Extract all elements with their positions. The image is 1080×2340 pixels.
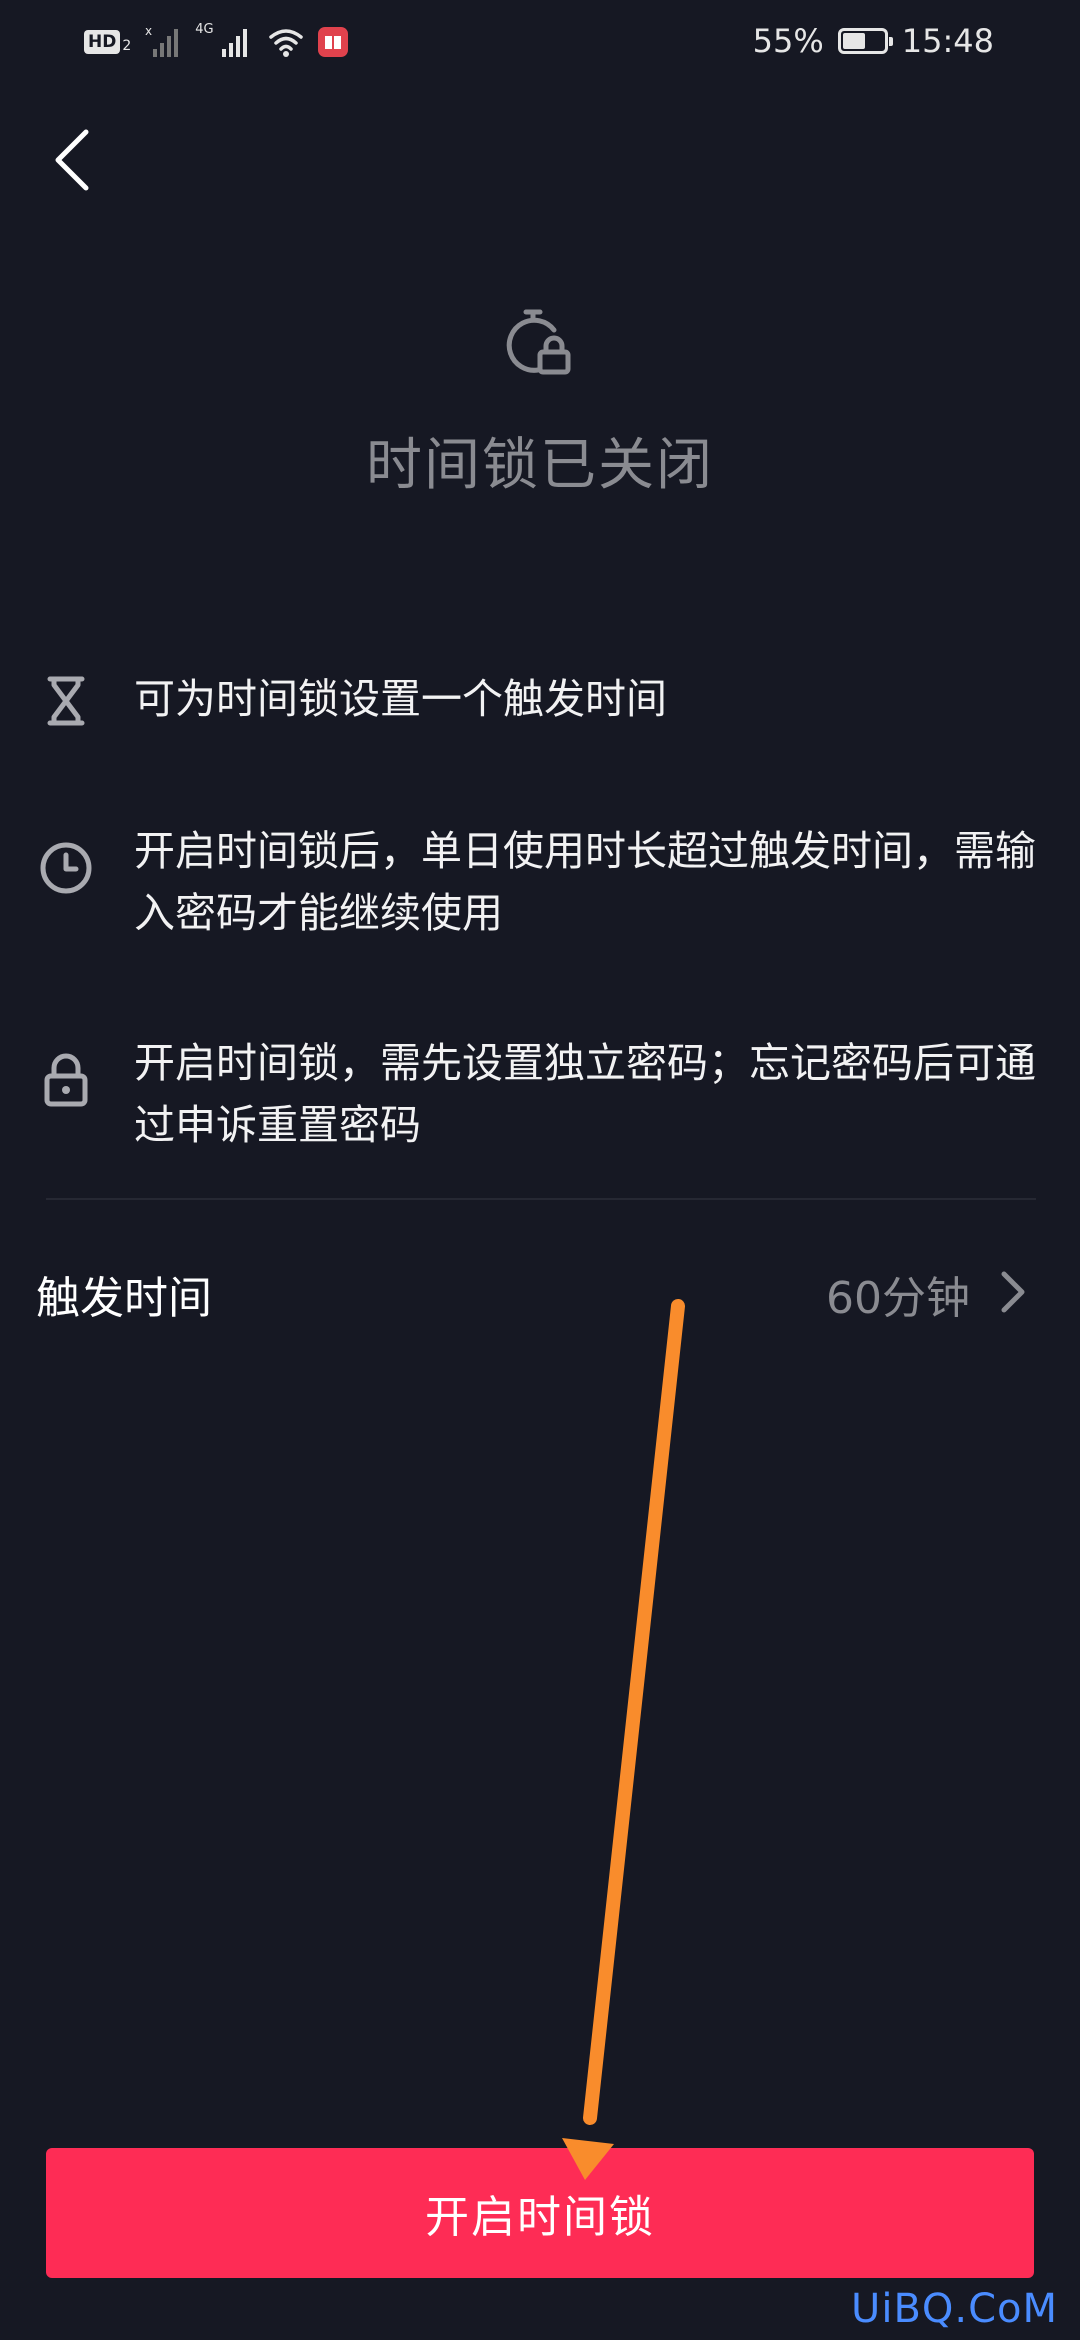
trigger-time-value: 60分钟 <box>826 1273 970 1324</box>
battery-level-fill <box>842 33 865 49</box>
chevron-right-icon <box>1001 1271 1025 1313</box>
trigger-time-label: 触发时间 <box>36 1273 212 1324</box>
no-signal-icon: x <box>145 25 179 57</box>
back-button[interactable] <box>42 120 102 200</box>
status-bar: HD 2 x 4G 55% 15:48 <box>0 0 1080 84</box>
trigger-time-row[interactable]: 触发时间 60分钟 <box>0 1240 1080 1344</box>
hd-label: HD <box>84 30 121 54</box>
notification-app-icon <box>317 27 348 57</box>
network-type-label: 4G <box>195 22 214 37</box>
feature-text: 可为时间锁设置一个触发时间 <box>134 675 667 723</box>
battery-percent: 55% <box>752 22 824 60</box>
section-divider <box>46 1198 1036 1200</box>
feature-text: 开启时间锁，需先设置独立密码；忘记密码后可通过申诉重置密码 <box>134 1039 1036 1149</box>
signal-strength-icon <box>221 29 247 57</box>
enable-time-lock-button[interactable]: 开启时间锁 <box>46 2148 1034 2278</box>
svg-text:x: x <box>145 25 152 38</box>
lock-icon <box>38 1052 94 1108</box>
hd-voice-badge: HD 2 <box>84 30 131 54</box>
stopwatch-lock-icon <box>506 309 571 375</box>
clock-icon <box>38 840 94 896</box>
status-bar-left: HD 2 x 4G <box>84 22 348 62</box>
chevron-left-icon <box>55 129 89 191</box>
hd-sim-number: 2 <box>122 38 132 54</box>
feature-text: 开启时间锁后，单日使用时长超过触发时间，需输入密码才能继续使用 <box>134 827 1036 937</box>
hourglass-icon <box>38 673 94 729</box>
time-lock-status-title: 时间锁已关闭 <box>366 433 714 498</box>
watermark-text: UiBQ.CoM <box>851 2286 1058 2332</box>
status-bar-right: 55% 15:48 <box>753 18 994 64</box>
battery-icon <box>837 28 893 54</box>
clock-time: 15:48 <box>901 22 994 60</box>
wifi-icon <box>268 29 303 57</box>
